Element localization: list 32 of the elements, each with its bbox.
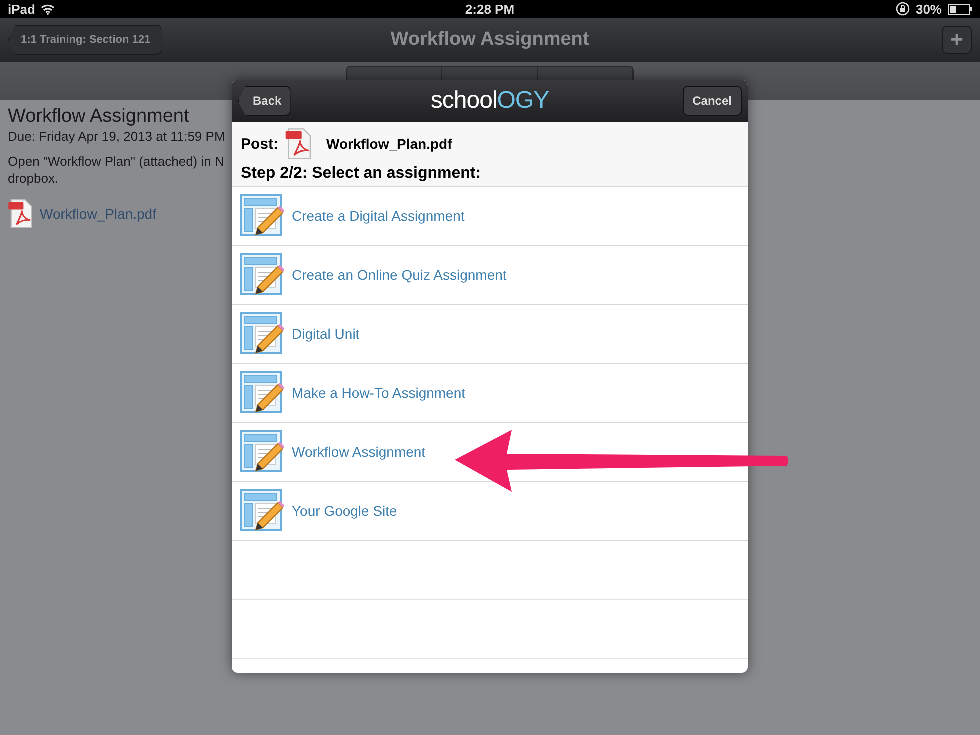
file-name: Workflow_Plan.pdf bbox=[326, 136, 452, 152]
clock-time: 2:28 PM bbox=[465, 2, 515, 16]
logo-text: OGY bbox=[497, 87, 550, 115]
cancel-button[interactable]: Cancel bbox=[682, 86, 742, 116]
assignment-title: Workflow Assignment bbox=[8, 106, 190, 128]
assignment-pencil-icon bbox=[240, 312, 284, 356]
page-title: Workflow Assignment bbox=[390, 29, 590, 51]
assignment-option[interactable]: Digital Unit bbox=[292, 326, 360, 342]
assignment-option[interactable]: Create an Online Quiz Assignment bbox=[292, 267, 507, 283]
battery-icon bbox=[948, 4, 972, 14]
assignment-pencil-icon bbox=[240, 371, 284, 415]
assignment-option[interactable]: Workflow Assignment bbox=[292, 444, 426, 460]
pdf-icon bbox=[8, 199, 34, 229]
assignment-option[interactable]: Make a How-To Assignment bbox=[292, 385, 466, 401]
assignment-pencil-icon bbox=[240, 194, 284, 238]
step-heading: Step 2/2: Select an assignment: bbox=[232, 160, 748, 187]
wifi-icon bbox=[41, 4, 56, 14]
add-button[interactable]: + bbox=[942, 26, 972, 54]
assignment-pencil-icon bbox=[240, 430, 284, 474]
back-button[interactable]: Back bbox=[238, 86, 291, 116]
battery-percent: 30% bbox=[916, 2, 942, 16]
rotation-lock-icon bbox=[896, 2, 910, 16]
description-text: Open "Workflow Plan" (attached) in N dropbox. bbox=[8, 153, 224, 187]
assignment-option[interactable]: Create a Digital Assignment bbox=[292, 208, 465, 224]
assignment-option[interactable]: Your Google Site bbox=[292, 503, 398, 519]
post-label: Post: bbox=[241, 136, 278, 152]
assignment-pencil-icon bbox=[240, 489, 284, 533]
assignment-pencil-icon bbox=[240, 253, 284, 297]
attachment-link[interactable]: Workflow_Plan.pdf bbox=[40, 206, 156, 222]
logo-text: school bbox=[430, 87, 498, 115]
device-name: iPad bbox=[8, 2, 36, 16]
back-button[interactable]: 1:1 Training: Section 121 bbox=[8, 25, 162, 55]
